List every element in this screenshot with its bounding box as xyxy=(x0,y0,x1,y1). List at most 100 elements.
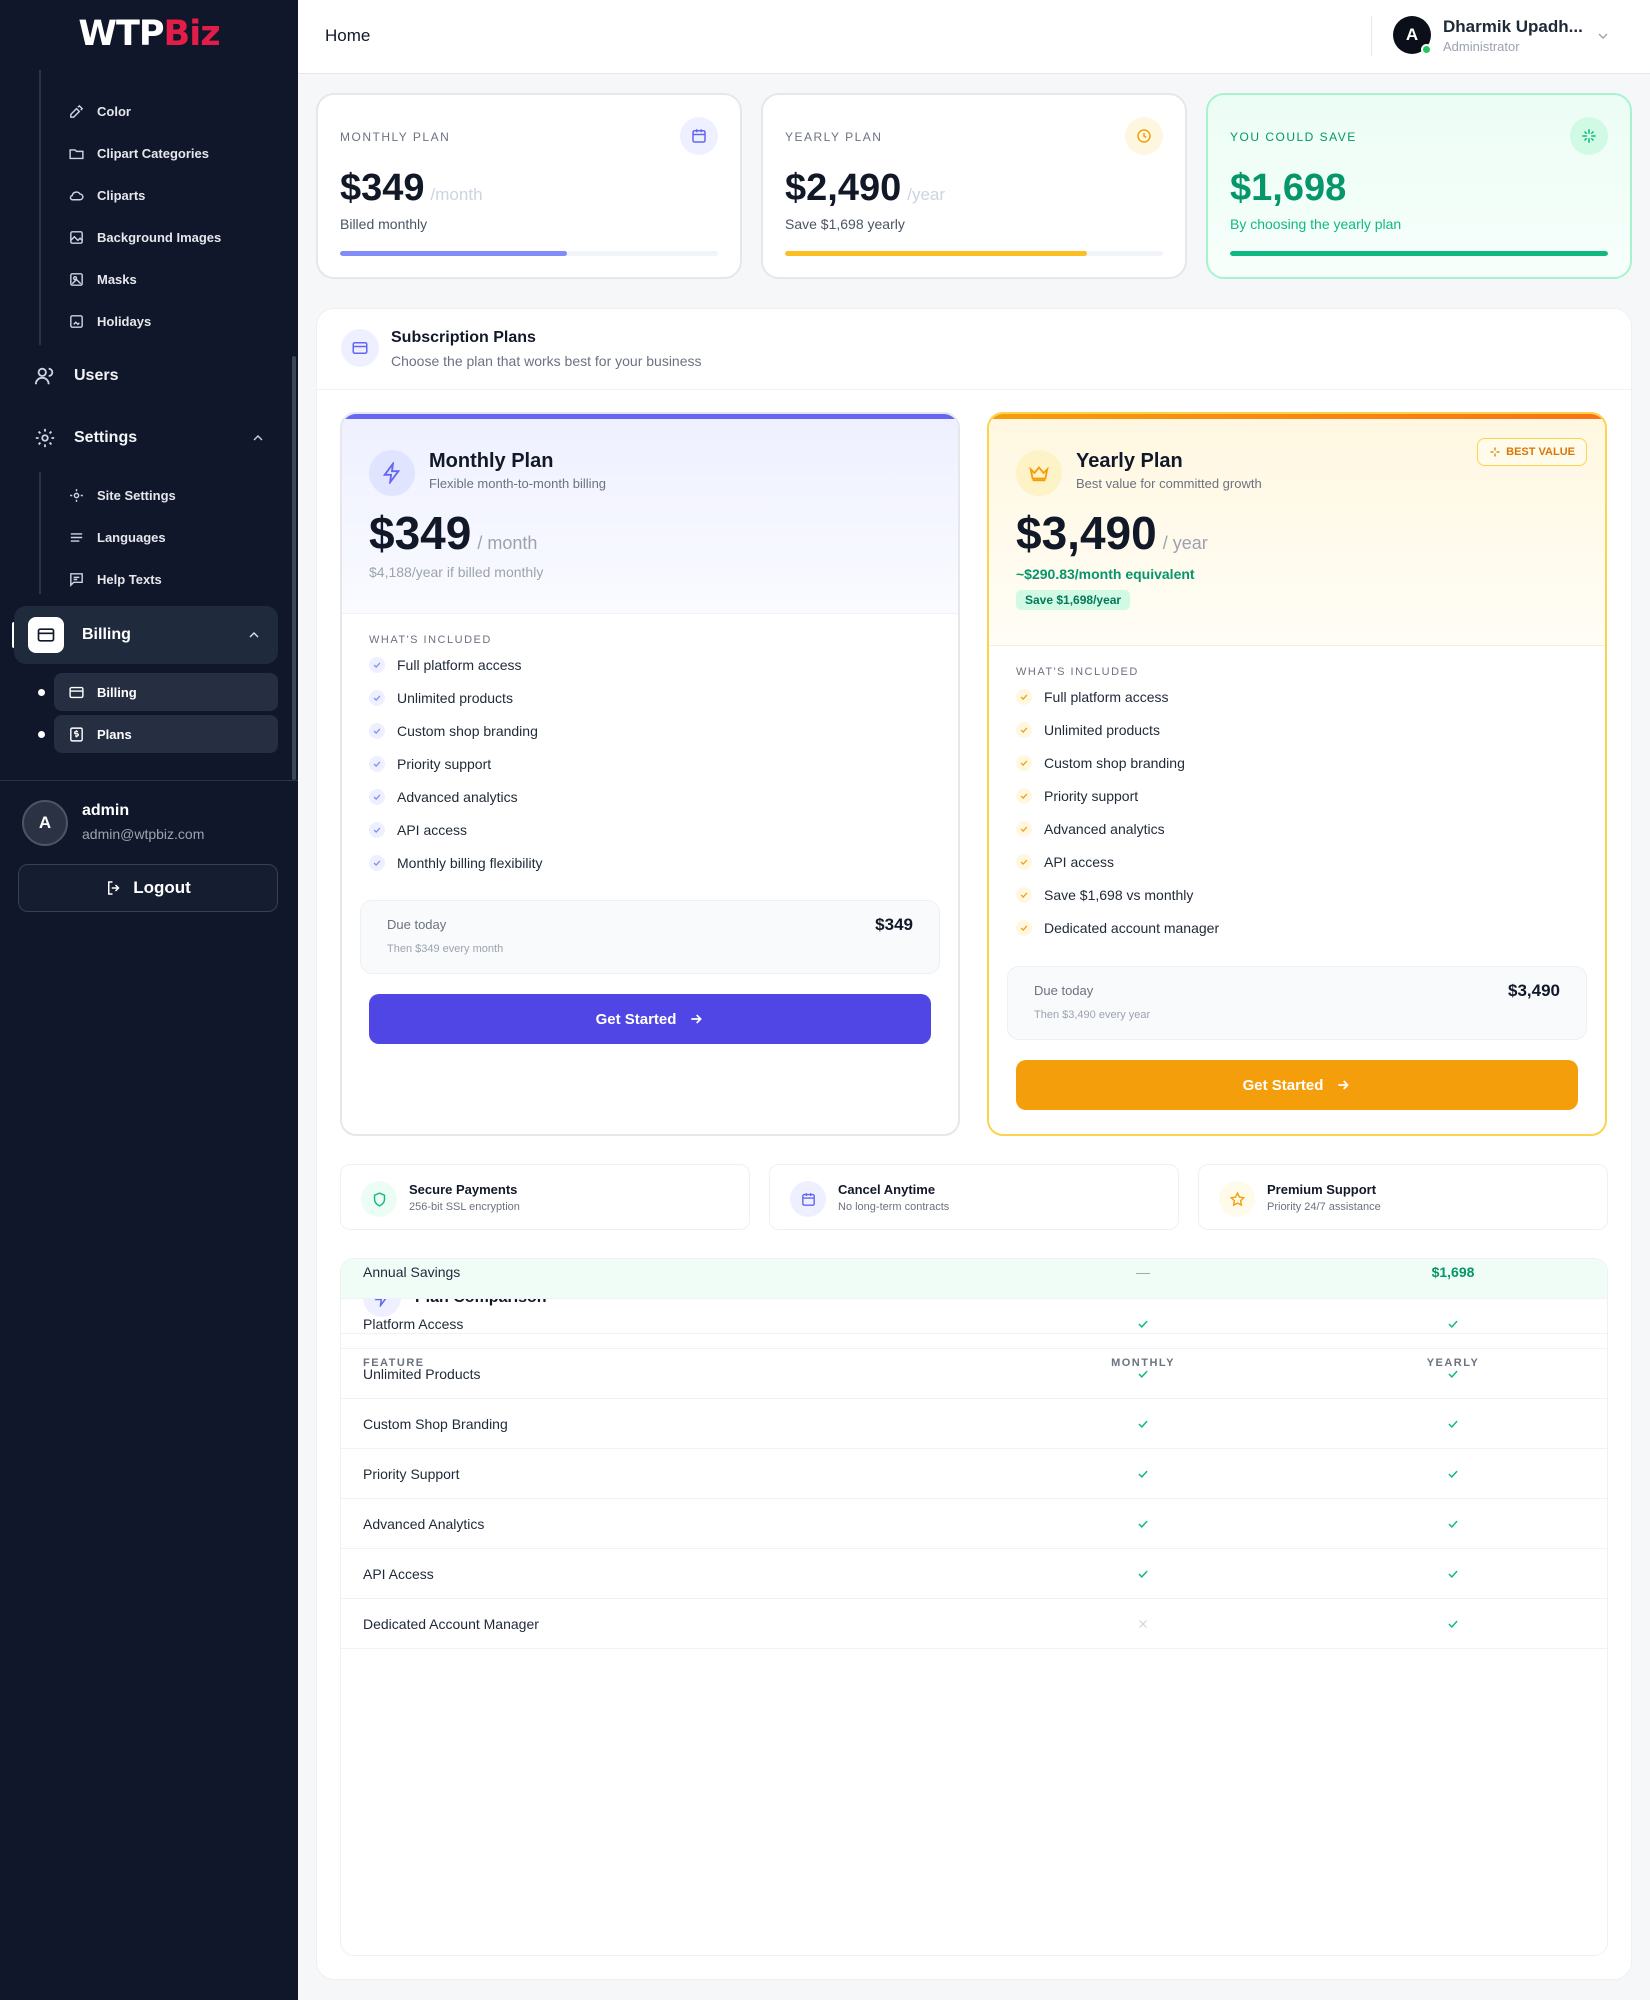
sidebar-item-background-images[interactable]: Background Images xyxy=(68,226,221,248)
progress-fill xyxy=(785,251,1088,256)
progress-bar xyxy=(1230,251,1608,256)
sparkle-icon xyxy=(1570,117,1608,155)
savings-pill: Save $1,698/year xyxy=(1016,590,1131,610)
star-icon xyxy=(1219,1181,1255,1217)
sidebar-item-languages[interactable]: Languages xyxy=(68,526,166,548)
feature-item: Full platform access xyxy=(1016,689,1168,705)
sidebar-item-label: Users xyxy=(74,367,119,384)
table-row: Platform Access xyxy=(341,1299,1607,1349)
sidebar-item-label: Cliparts xyxy=(97,187,146,203)
stat-amount: $1,698 xyxy=(1230,167,1347,209)
sidebar-item-clipart-categories[interactable]: Clipart Categories xyxy=(68,142,209,164)
progress-bar xyxy=(785,251,1163,256)
logout-button[interactable]: Logout xyxy=(18,864,278,912)
yearly-cell xyxy=(1353,1417,1553,1431)
feature-item: Unlimited products xyxy=(1016,722,1160,738)
feature-label: Full platform access xyxy=(397,657,522,673)
monthly-cell xyxy=(1043,1417,1243,1431)
divider xyxy=(0,780,298,781)
user-name: admin xyxy=(82,802,130,819)
list-icon xyxy=(70,532,83,542)
sidebar-item-settings[interactable]: Settings xyxy=(34,423,266,453)
sidebar-item-masks[interactable]: Masks xyxy=(68,268,137,290)
sidebar-item-help-texts[interactable]: Help Texts xyxy=(68,568,162,590)
arrow-right-icon xyxy=(691,1014,703,1024)
progress-fill xyxy=(340,251,567,256)
feature-label: Monthly billing flexibility xyxy=(397,855,543,871)
check-icon xyxy=(1016,689,1032,705)
sidebar-item-color[interactable]: Color xyxy=(68,100,131,122)
check-icon xyxy=(369,855,385,871)
feature-item: Custom shop branding xyxy=(1016,755,1185,771)
plan-name: Monthly Plan xyxy=(429,450,554,472)
check-icon xyxy=(1016,722,1032,738)
sidebar-item-billing-sub[interactable]: Billing xyxy=(54,673,278,711)
check-icon xyxy=(1016,788,1032,804)
sidebar-item-holidays[interactable]: Holidays xyxy=(68,310,151,332)
message-icon xyxy=(70,572,83,587)
monthly-cell xyxy=(1043,1367,1243,1381)
check-icon xyxy=(1448,1620,1458,1628)
included-label: WHAT'S INCLUDED xyxy=(1016,666,1139,678)
stat-label: YEARLY PLAN xyxy=(785,130,883,144)
chevron-up-icon[interactable] xyxy=(246,627,262,643)
breadcrumb[interactable]: Home xyxy=(325,26,370,46)
section-subtitle: Choose the plan that works best for your… xyxy=(391,353,702,369)
feature-label: Priority support xyxy=(1044,788,1139,804)
table-row: Priority Support xyxy=(341,1449,1607,1499)
feature-label: Advanced analytics xyxy=(1044,821,1165,837)
trust-title: Cancel Anytime xyxy=(838,1182,936,1197)
feature-label: API access xyxy=(397,822,468,838)
progress-bar xyxy=(340,251,718,256)
user-name[interactable]: Dharmik Upadh... xyxy=(1443,17,1583,37)
mask-icon xyxy=(70,272,83,286)
trust-card-premium-support: Premium Support Priority 24/7 assistance xyxy=(1198,1164,1608,1230)
sidebar-item-cliparts[interactable]: Cliparts xyxy=(68,184,145,206)
arrow-right-icon xyxy=(1338,1080,1350,1090)
plan-accent-line xyxy=(342,414,958,419)
get-started-monthly-button[interactable]: Get Started xyxy=(369,994,931,1044)
check-icon xyxy=(1138,1420,1148,1428)
sidebar-item-site-settings[interactable]: Site Settings xyxy=(68,484,176,506)
table-row: Unlimited Products xyxy=(341,1349,1607,1399)
feature-cell: Unlimited Products xyxy=(363,1366,481,1382)
check-icon xyxy=(1448,1570,1458,1578)
monthly-cell xyxy=(1043,1617,1243,1631)
trust-subtitle: Priority 24/7 assistance xyxy=(1267,1201,1381,1213)
due-today-box: Due today Then $349 every month $349 xyxy=(360,900,940,974)
online-status-dot xyxy=(1421,44,1432,55)
sidebar-item-billing[interactable]: Billing xyxy=(14,606,278,664)
sidebar-item-plans[interactable]: Plans xyxy=(54,715,278,753)
holiday-icon xyxy=(70,314,83,328)
user-role: Administrator xyxy=(1443,39,1520,54)
feature-cell: Advanced Analytics xyxy=(363,1516,485,1532)
trust-title: Premium Support xyxy=(1267,1182,1377,1197)
chevron-up-icon[interactable] xyxy=(250,430,266,446)
monthly-cell xyxy=(1043,1467,1243,1481)
folder-icon xyxy=(69,148,84,159)
stat-note: Billed monthly xyxy=(340,216,428,232)
feature-label: Priority support xyxy=(397,756,492,772)
sidebar-scrollbar[interactable] xyxy=(292,356,296,780)
feature-item: API access xyxy=(1016,854,1114,870)
avatar[interactable]: A xyxy=(22,800,68,846)
stat-label: YOU COULD SAVE xyxy=(1230,130,1357,144)
progress-fill xyxy=(1230,251,1608,256)
included-label: WHAT'S INCLUDED xyxy=(369,634,492,646)
due-label: Due today xyxy=(1034,983,1094,998)
best-value-badge: BEST VALUE xyxy=(1477,438,1587,466)
check-icon xyxy=(1016,821,1032,837)
check-icon xyxy=(1016,755,1032,771)
sidebar-item-users[interactable]: Users xyxy=(34,361,266,391)
plan-price: $349/ month xyxy=(369,507,538,559)
sidebar-item-label: Masks xyxy=(97,271,137,287)
feature-item: Save $1,698 vs monthly xyxy=(1016,887,1193,903)
brand-logo[interactable]: WTPBiz xyxy=(0,14,298,54)
check-icon xyxy=(369,657,385,673)
chevron-down-icon[interactable] xyxy=(1595,28,1611,44)
get-started-yearly-button[interactable]: Get Started xyxy=(1016,1060,1578,1110)
feature-item: Custom shop branding xyxy=(369,723,538,739)
bullet-dot xyxy=(38,731,45,738)
check-icon xyxy=(369,756,385,772)
monthly-plan-card: Monthly Plan Flexible month-to-month bil… xyxy=(340,412,960,1136)
